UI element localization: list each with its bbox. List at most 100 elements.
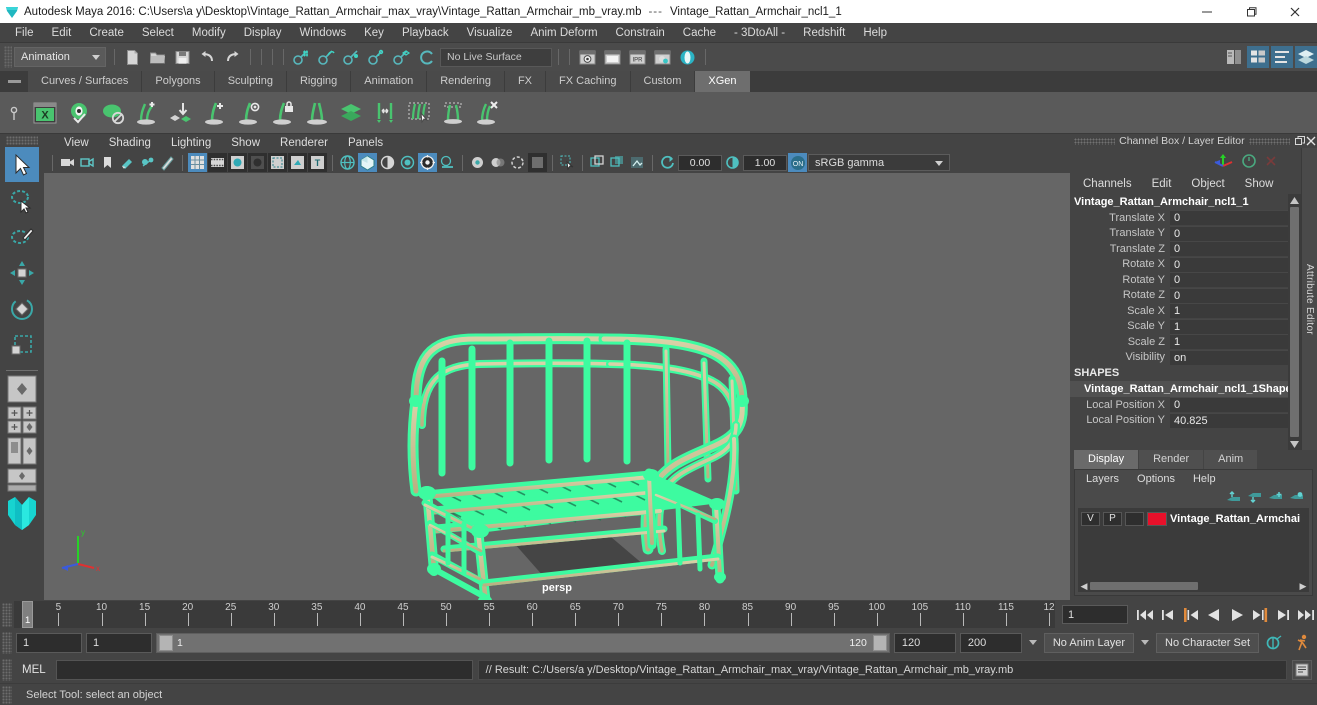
channel-value[interactable]: 1 xyxy=(1170,303,1288,319)
rattan-armchair-model[interactable] xyxy=(44,173,1070,600)
channel-row-translate-x[interactable]: Translate X 0 xyxy=(1070,210,1288,226)
viewport-menu-view[interactable]: View xyxy=(54,134,99,152)
xray-active-components-icon[interactable] xyxy=(628,153,647,172)
character-set-selector[interactable]: No Character Set xyxy=(1156,632,1259,653)
screen-space-ao-icon[interactable] xyxy=(468,153,487,172)
script-editor-icon[interactable] xyxy=(1292,659,1312,680)
shelf-tab-rigging[interactable]: Rigging xyxy=(286,71,351,92)
layer-menu-layers[interactable]: Layers xyxy=(1078,471,1127,488)
snap-to-curve-icon[interactable] xyxy=(315,46,338,68)
shelf-tab-xgen[interactable]: XGen xyxy=(695,71,750,92)
exposure-field[interactable]: 0.00 xyxy=(678,154,722,171)
menu-constrain[interactable]: Constrain xyxy=(607,23,674,43)
channel-value[interactable]: on xyxy=(1170,349,1288,365)
grid-toggle-icon[interactable] xyxy=(188,153,207,172)
save-scene-icon[interactable] xyxy=(171,46,194,68)
menu-display[interactable]: Display xyxy=(235,23,291,43)
live-surface-field[interactable]: No Live Surface xyxy=(440,47,552,67)
layer-color-swatch[interactable] xyxy=(1147,511,1167,526)
menu-edit[interactable]: Edit xyxy=(43,23,81,43)
show-tool-settings-icon[interactable] xyxy=(1271,46,1293,68)
playback-start-time-field[interactable]: 1 xyxy=(86,632,152,653)
smooth-shade-all-icon[interactable] xyxy=(358,153,377,172)
xgen-grow-icon[interactable] xyxy=(198,96,232,130)
wireframe-shading-icon[interactable] xyxy=(338,153,357,172)
channel-row-local-position-x[interactable]: Local Position X 0 xyxy=(1070,397,1288,413)
scrollbar-thumb[interactable] xyxy=(1090,582,1198,590)
xgen-place-guide-icon[interactable] xyxy=(164,96,198,130)
panel-drag-handle-left[interactable] xyxy=(1074,137,1116,145)
viewport-menu-panels[interactable]: Panels xyxy=(338,134,393,152)
auto-key-icon[interactable] xyxy=(1263,632,1285,654)
range-slider-grip[interactable] xyxy=(2,631,12,654)
gate-mask-icon[interactable] xyxy=(248,153,267,172)
shadows-icon[interactable] xyxy=(438,153,457,172)
channel-value[interactable]: 0 xyxy=(1170,210,1288,226)
xgen-disable-preview-icon[interactable] xyxy=(96,96,130,130)
command-line-grip[interactable] xyxy=(2,658,12,681)
show-attribute-editor-icon[interactable] xyxy=(1247,46,1269,68)
viewport-menu-shading[interactable]: Shading xyxy=(99,134,161,152)
range-start-handle[interactable] xyxy=(159,634,173,651)
depth-of-field-icon[interactable] xyxy=(528,153,547,172)
attribute-editor-tab[interactable]: Attribute Editor xyxy=(1301,148,1317,450)
snap-to-projected-center-icon[interactable] xyxy=(365,46,388,68)
show-hide-sidebar-icon[interactable] xyxy=(1223,46,1245,68)
camera-attributes-icon[interactable] xyxy=(78,153,97,172)
shelf-tab-custom[interactable]: Custom xyxy=(630,71,695,92)
step-forward-key-icon[interactable] xyxy=(1249,604,1271,626)
layer-visibility-toggle[interactable]: V xyxy=(1081,511,1100,526)
current-time-field[interactable]: 1 xyxy=(1062,605,1128,624)
play-backwards-icon[interactable] xyxy=(1203,604,1225,626)
time-slider[interactable]: 1 5 10 15 20 25 30 35 40 45 50 55 60 65 70 75 80 85 90 95 1… xyxy=(14,601,1055,628)
xgen-lock-guide-icon[interactable] xyxy=(266,96,300,130)
channelbox-menu-edit[interactable]: Edit xyxy=(1143,175,1181,193)
motion-blur-icon[interactable] xyxy=(488,153,507,172)
use-all-lights-icon[interactable] xyxy=(418,153,437,172)
layer-menu-options[interactable]: Options xyxy=(1129,471,1183,488)
menu-playback[interactable]: Playback xyxy=(393,23,458,43)
channelbox-menu-show[interactable]: Show xyxy=(1236,175,1283,193)
menu-file[interactable]: File xyxy=(6,23,43,43)
xray-joints-icon[interactable] xyxy=(608,153,627,172)
shelf-tab-rendering[interactable]: Rendering xyxy=(427,71,504,92)
menu-redshift[interactable]: Redshift xyxy=(794,23,854,43)
play-forwards-icon[interactable] xyxy=(1226,604,1248,626)
xgen-preview-guide-icon[interactable] xyxy=(232,96,266,130)
shaded-wireframe-icon[interactable] xyxy=(378,153,397,172)
go-to-start-icon[interactable] xyxy=(1134,604,1156,626)
new-scene-icon[interactable] xyxy=(121,46,144,68)
image-plane-icon[interactable] xyxy=(118,153,137,172)
snap-to-grid-icon[interactable] xyxy=(290,46,313,68)
texture-display-icon[interactable] xyxy=(398,153,417,172)
exposure-control-icon[interactable] xyxy=(288,153,307,172)
xray-mode-icon[interactable] xyxy=(588,153,607,172)
time-slider-grip[interactable] xyxy=(2,602,12,627)
shelf-handle-icon[interactable] xyxy=(0,71,28,92)
channel-value[interactable]: 40.825 xyxy=(1170,412,1288,428)
channel-value[interactable]: 0 xyxy=(1170,241,1288,257)
make-live-icon[interactable] xyxy=(415,46,438,68)
menu-anim-deform[interactable]: Anim Deform xyxy=(521,23,606,43)
scrollbar-thumb[interactable] xyxy=(1290,207,1299,437)
scale-tool[interactable] xyxy=(5,327,39,362)
range-slider-bar[interactable]: 1 120 xyxy=(156,632,890,653)
statusline-grip[interactable] xyxy=(4,46,12,68)
layer-row[interactable]: V P Vintage_Rattan_Armchai xyxy=(1078,510,1309,527)
toolbox-grip[interactable] xyxy=(6,136,38,145)
scroll-down-arrow-icon[interactable] xyxy=(1288,438,1301,450)
tab-anim-layers[interactable]: Anim xyxy=(1204,450,1258,469)
two-d-pan-zoom-icon[interactable] xyxy=(138,153,157,172)
channel-value[interactable]: 0 xyxy=(1170,397,1288,413)
render-sequence-icon[interactable] xyxy=(651,46,674,68)
menu-key[interactable]: Key xyxy=(355,23,393,43)
xgen-preview-icon[interactable] xyxy=(62,96,96,130)
animation-start-time-field[interactable]: 1 xyxy=(16,632,82,653)
move-tool[interactable] xyxy=(5,255,39,290)
minimize-button[interactable] xyxy=(1185,0,1229,23)
bookmark-icon[interactable] xyxy=(98,153,117,172)
xgen-editor-icon[interactable]: X xyxy=(28,96,62,130)
time-cursor[interactable]: 1 xyxy=(22,601,33,628)
channel-value[interactable]: 0 xyxy=(1170,287,1288,303)
lasso-select-tool[interactable] xyxy=(5,183,39,218)
